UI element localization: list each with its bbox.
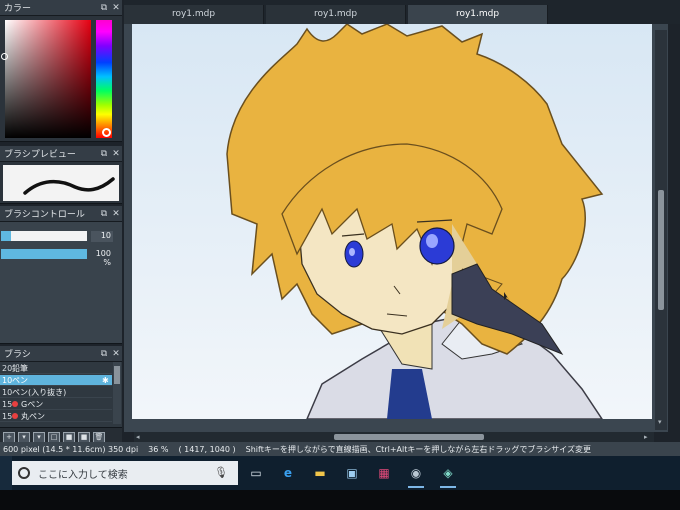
status-hint: Shiftキーを押しながらで直線描画、Ctrl+Altキーを押しながら左右ドラッ… bbox=[245, 444, 591, 454]
brush-list-header: ブラシ ⧉ ✕ bbox=[0, 346, 122, 362]
brush-opacity-value[interactable]: 100 % bbox=[91, 249, 113, 267]
document-tab-2[interactable]: roy1.mdp bbox=[266, 5, 406, 24]
scroll-left-icon[interactable]: ◂ bbox=[136, 433, 140, 441]
left-eye-highlight bbox=[349, 248, 355, 256]
brush-color-dot-icon bbox=[12, 401, 18, 407]
panel-float-icon[interactable]: ⧉ bbox=[98, 349, 110, 359]
store-icon[interactable]: ▣ bbox=[342, 463, 362, 483]
brush-control-panel: ブラシコントロール ⧉ ✕ 10 100 % bbox=[0, 206, 122, 344]
brush-list-scroll-thumb[interactable] bbox=[114, 366, 120, 384]
brush-folder-icon[interactable]: ▾ bbox=[33, 431, 45, 443]
brush-list-panel: ブラシ ⧉ ✕ 20 鉛筆 10 ペン ✱ 10 ペン(入り抜き) 15 Gペン 15 丸ペン bbox=[0, 346, 122, 428]
paint-app-icon[interactable]: ◈ bbox=[438, 463, 458, 488]
brush-size-slider[interactable] bbox=[1, 231, 87, 241]
explorer-icon[interactable]: ▬ bbox=[310, 463, 330, 483]
brush-list-scrollbar[interactable] bbox=[113, 362, 121, 424]
brush-size-number: 10 bbox=[2, 387, 13, 397]
brush-name: 丸ペン bbox=[21, 411, 45, 421]
hue-slider[interactable] bbox=[96, 20, 112, 138]
right-eye bbox=[419, 227, 455, 265]
canvas-area[interactable] bbox=[124, 24, 668, 432]
brush-list-item[interactable]: 15 Gペン bbox=[0, 399, 112, 410]
panel-float-icon[interactable]: ⧉ bbox=[98, 149, 110, 159]
brush-name: ペン(入り抜き) bbox=[12, 387, 67, 397]
brush-size-fill bbox=[1, 231, 12, 241]
artwork-canvas[interactable] bbox=[132, 24, 652, 419]
panel-close-icon[interactable]: ✕ bbox=[110, 149, 122, 159]
panel-float-icon[interactable]: ⧉ bbox=[98, 3, 110, 13]
open-folder-icon[interactable]: ■ bbox=[63, 431, 75, 443]
color-panel-title: カラー bbox=[4, 4, 32, 14]
status-coordinates: ( 1417, 1040 ) bbox=[178, 444, 236, 454]
scroll-right-icon[interactable]: ▸ bbox=[644, 433, 648, 441]
taskbar-search-placeholder: ここに入力して検索 bbox=[38, 469, 128, 481]
panel-close-icon[interactable]: ✕ bbox=[110, 209, 122, 219]
panel-close-icon[interactable]: ✕ bbox=[110, 349, 122, 359]
document-tab-1[interactable]: roy1.mdp bbox=[124, 5, 264, 24]
panel-float-icon[interactable]: ⧉ bbox=[98, 209, 110, 219]
media-icon[interactable]: ◉ bbox=[406, 463, 426, 488]
horizontal-scroll-thumb[interactable] bbox=[334, 434, 484, 440]
brush-name: 鉛筆 bbox=[12, 363, 28, 373]
brush-preview-header: ブラシプレビュー ⧉ ✕ bbox=[0, 146, 122, 162]
brush-list-item[interactable]: 10 ペン(入り抜き) bbox=[0, 387, 112, 398]
brush-opacity-fill bbox=[1, 249, 87, 259]
brush-list-title: ブラシ bbox=[4, 350, 31, 360]
monitor-bezel bbox=[0, 490, 680, 510]
brush-size-value[interactable]: 10 bbox=[91, 231, 113, 242]
save-folder-icon[interactable]: ■ bbox=[78, 431, 90, 443]
color-picker-cursor[interactable] bbox=[1, 53, 8, 60]
cortana-icon bbox=[18, 467, 30, 479]
start-button[interactable] bbox=[0, 456, 12, 490]
vertical-scroll-thumb[interactable] bbox=[658, 190, 664, 310]
brush-name: ペン bbox=[12, 375, 28, 385]
brush-menu-icon[interactable]: ▾ bbox=[18, 431, 30, 443]
new-brush-icon[interactable]: + bbox=[3, 431, 15, 443]
color-saturation-value-picker[interactable] bbox=[5, 20, 91, 138]
brush-stroke-preview-icon bbox=[23, 177, 115, 195]
brush-size-number: 15 bbox=[2, 411, 13, 421]
panel-close-icon[interactable]: ✕ bbox=[110, 3, 122, 13]
canvas-horizontal-scrollbar[interactable]: ◂ ▸ bbox=[134, 432, 654, 442]
color-panel: カラー ⧉ ✕ bbox=[0, 0, 122, 142]
document-tab-3[interactable]: roy1.mdp bbox=[408, 5, 548, 24]
document-tab-bar: roy1.mdp roy1.mdp roy1.mdp bbox=[124, 0, 680, 24]
brush-size-number: 10 bbox=[2, 375, 13, 385]
brush-stroke-preview bbox=[3, 165, 119, 201]
brush-list-item[interactable]: 15 丸ペン bbox=[0, 411, 112, 422]
brush-name: Gペン bbox=[21, 399, 44, 409]
delete-brush-icon[interactable]: 🗑 bbox=[93, 431, 105, 443]
scroll-down-icon[interactable]: ▾ bbox=[658, 418, 662, 426]
brush-control-header: ブラシコントロール ⧉ ✕ bbox=[0, 206, 122, 222]
brush-settings-icon[interactable]: ✱ bbox=[102, 376, 112, 385]
brush-preview-title: ブラシプレビュー bbox=[4, 150, 76, 160]
brush-color-dot-icon bbox=[12, 413, 18, 419]
color-panel-header: カラー ⧉ ✕ bbox=[0, 0, 122, 16]
duplicate-brush-icon[interactable]: □ bbox=[48, 431, 60, 443]
hue-marker[interactable] bbox=[102, 128, 111, 137]
windows-taskbar: ここに入力して検索 🎙 ▭ e ▬ ▣ ▦ ◉ ◈ bbox=[0, 456, 680, 490]
task-view-icon[interactable]: ▭ bbox=[246, 463, 266, 483]
status-zoom: 36 % bbox=[148, 444, 169, 454]
taskbar-search-box[interactable]: ここに入力して検索 🎙 bbox=[12, 461, 238, 485]
brush-opacity-slider[interactable] bbox=[1, 249, 87, 259]
right-eye-highlight bbox=[426, 234, 438, 248]
status-canvas-size: 600 pixel (14.5 * 11.6cm) 350 dpi bbox=[3, 444, 139, 454]
gift-icon[interactable]: ▦ bbox=[374, 463, 394, 483]
status-bar: 600 pixel (14.5 * 11.6cm) 350 dpi 36 % (… bbox=[0, 442, 680, 456]
edge-icon[interactable]: e bbox=[278, 463, 298, 483]
paint-app-window: カラー ⧉ ✕ ブラシプレビュー ⧉ ✕ ブラシコントロール ⧉ ✕ 10 10… bbox=[0, 0, 680, 510]
brush-size-number: 15 bbox=[2, 399, 13, 409]
brush-list-item[interactable]: 10 ペン ✱ bbox=[0, 375, 112, 386]
brush-control-title: ブラシコントロール bbox=[4, 210, 85, 220]
brush-preview-panel: ブラシプレビュー ⧉ ✕ bbox=[0, 146, 122, 204]
brush-size-number: 20 bbox=[2, 363, 13, 373]
canvas-vertical-scrollbar[interactable]: ▾ bbox=[655, 30, 667, 430]
microphone-icon[interactable]: 🎙 bbox=[214, 466, 228, 479]
brush-list-item[interactable]: 20 鉛筆 bbox=[0, 363, 112, 374]
